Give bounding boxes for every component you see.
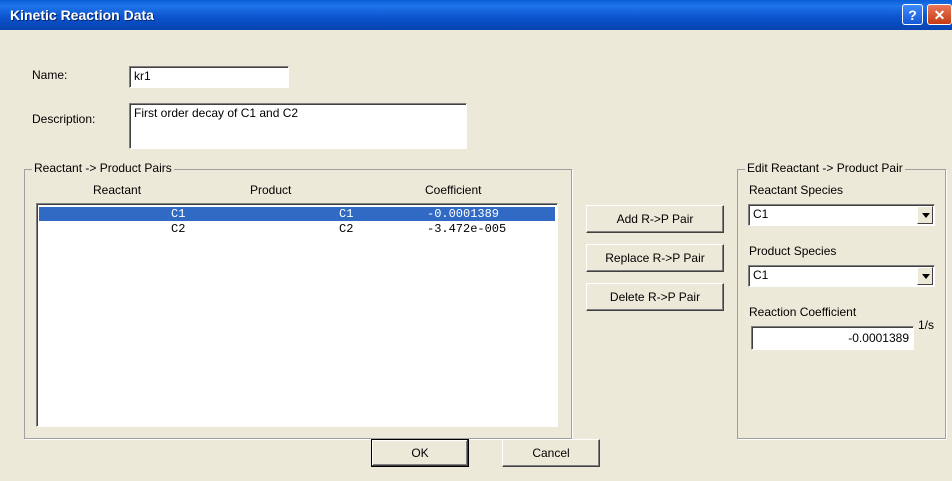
- column-header-reactant[interactable]: Reactant: [93, 183, 141, 197]
- close-icon: ✕: [933, 7, 946, 23]
- replace-pair-button[interactable]: Replace R->P Pair: [586, 244, 724, 272]
- chevron-down-icon[interactable]: [917, 267, 933, 285]
- pairs-listbox[interactable]: C1 C1 -0.0001389 C2 C2 -3.472e-005: [36, 203, 558, 427]
- description-input-value: First order decay of C1 and C2: [134, 106, 299, 120]
- name-input[interactable]: kr1: [129, 66, 289, 88]
- title-bar[interactable]: Kinetic Reaction Data ? ✕: [0, 0, 952, 30]
- ok-button[interactable]: OK: [371, 439, 469, 467]
- chevron-down-icon[interactable]: [917, 206, 933, 224]
- help-icon: ?: [908, 7, 917, 23]
- row-product: C2: [339, 222, 354, 236]
- pairs-group-title: Reactant -> Product Pairs: [32, 161, 174, 175]
- list-item[interactable]: C1 C1 -0.0001389: [39, 207, 555, 221]
- reactant-species-label: Reactant Species: [749, 183, 844, 197]
- window-title: Kinetic Reaction Data: [10, 7, 154, 23]
- row-reactant: C2: [171, 222, 186, 236]
- reactant-species-value: C1: [753, 207, 769, 221]
- reaction-coefficient-input[interactable]: -0.0001389: [751, 326, 914, 350]
- help-button[interactable]: ?: [902, 4, 923, 25]
- column-header-product[interactable]: Product: [250, 183, 291, 197]
- dialog-client-area: Name: kr1 Description: First order decay…: [0, 30, 952, 481]
- name-input-value: kr1: [134, 69, 151, 83]
- list-item[interactable]: C2 C2 -3.472e-005: [39, 222, 555, 236]
- reaction-coefficient-value: -0.0001389: [848, 331, 909, 345]
- row-reactant: C1: [171, 207, 186, 221]
- add-pair-button[interactable]: Add R->P Pair: [586, 205, 724, 233]
- product-species-value: C1: [753, 268, 769, 282]
- coefficient-unit: 1/s: [918, 318, 935, 332]
- name-label: Name:: [32, 68, 68, 82]
- reactant-species-select[interactable]: C1: [748, 204, 935, 226]
- cancel-button[interactable]: Cancel: [502, 439, 600, 467]
- product-species-label: Product Species: [749, 244, 837, 258]
- column-header-coefficient[interactable]: Coefficient: [425, 183, 481, 197]
- description-input[interactable]: First order decay of C1 and C2: [129, 103, 467, 149]
- edit-pair-group-title: Edit Reactant -> Product Pair: [745, 161, 905, 175]
- row-product: C1: [339, 207, 354, 221]
- reaction-coefficient-label: Reaction Coefficient: [749, 305, 857, 319]
- product-species-select[interactable]: C1: [748, 265, 935, 287]
- description-label: Description:: [32, 112, 96, 126]
- close-button[interactable]: ✕: [927, 4, 952, 25]
- row-coefficient: -3.472e-005: [427, 222, 507, 236]
- delete-pair-button[interactable]: Delete R->P Pair: [586, 283, 724, 311]
- row-coefficient: -0.0001389: [427, 207, 500, 221]
